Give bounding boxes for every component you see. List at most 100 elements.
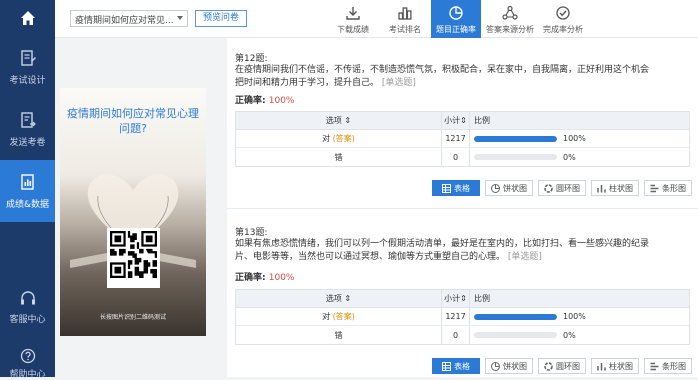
view-button-label: 饼状图	[503, 361, 527, 371]
option-cell: 错	[236, 152, 441, 163]
download-icon	[346, 7, 360, 20]
count-cell: 1217	[441, 308, 469, 325]
results-table: 选项 ⇕ 小计 ⇕ 比例 对 (答案) 1217 100% 错 0 0%	[235, 111, 690, 167]
headset-icon	[20, 291, 35, 305]
view-column-button[interactable]: 柱状图	[591, 358, 639, 374]
tool-download-scores[interactable]: 下载成绩	[328, 0, 378, 38]
option-label: 对	[322, 312, 331, 321]
progress-fill	[474, 313, 557, 320]
view-pie-button[interactable]: 饼状图	[485, 358, 533, 374]
view-table-button[interactable]: 表格	[432, 358, 480, 374]
count-cell: 0	[441, 326, 469, 344]
sidebar: 考试设计 发送考卷 成绩&数据 客服中心 帮助中心	[0, 0, 55, 380]
column-count[interactable]: 小计 ⇕	[441, 112, 469, 129]
table-icon	[442, 183, 451, 193]
question-text: 在疫情期间我们不信谣，不传谣，不制造恐慌气氛，积极配合，呆在家中，自我隔离，正好…	[235, 64, 655, 90]
option-label: 对	[322, 134, 331, 143]
column-count[interactable]: 小计 ⇕	[441, 290, 469, 307]
percent-cell: 100%	[469, 308, 689, 325]
poster-title: 疫情期间如何应对常见心理 问题?	[60, 106, 206, 136]
column-option[interactable]: 选项 ⇕	[236, 293, 441, 304]
share-icon	[502, 5, 518, 20]
document-edit-icon	[20, 49, 36, 66]
view-button-label: 圆环图	[556, 183, 580, 193]
view-button-label: 表格	[454, 183, 470, 193]
progress-bar	[474, 332, 557, 338]
question-results-panel: 第12题: 在疫情期间我们不信谣，不传谣，不制造恐慌气氛，积极配合，呆在家中，自…	[227, 38, 698, 377]
pie-chart-icon	[491, 361, 500, 371]
view-donut-button[interactable]: 圆环图	[538, 180, 586, 196]
percent-cell: 100%	[469, 130, 689, 147]
tool-question-accuracy[interactable]: 题目正确率	[431, 0, 481, 38]
preview-survey-button[interactable]: 预览问卷	[195, 10, 247, 27]
tool-label: 完成率分析	[543, 25, 583, 34]
view-button-label: 条形图	[662, 183, 686, 193]
table-icon	[442, 361, 451, 371]
count-cell: 0	[441, 148, 469, 166]
view-switcher: 表格 饼状图 圆环图 柱状图 条形图	[432, 180, 692, 196]
view-button-label: 表格	[454, 361, 470, 371]
survey-poster: 疫情期间如何应对常见心理 问题? 长按图片识别二维码测试	[60, 88, 206, 336]
tool-label: 考试排名	[389, 25, 421, 34]
column-option[interactable]: 选项 ⇕	[236, 115, 441, 126]
question-text-body: 在疫情期间我们不信谣，不传谣，不制造恐慌气氛，积极配合，呆在家中，自我隔离，正好…	[235, 65, 650, 88]
view-table-button[interactable]: 表格	[432, 180, 480, 196]
donut-chart-icon	[544, 361, 553, 371]
poster-title-line: 疫情期间如何应对常见心理	[67, 107, 199, 120]
percent-value: 100%	[563, 312, 586, 321]
sidebar-bottom-label: 帮助中心	[9, 370, 46, 380]
table-row: 对 (答案) 1217 100%	[236, 308, 689, 326]
sidebar-item-label: 发送考卷	[9, 137, 46, 148]
column-count-label: 小计	[444, 294, 461, 303]
percent-cell: 0%	[469, 326, 689, 344]
accuracy-rate: 正确率: 100%	[235, 93, 294, 106]
question-title: 第13题:	[235, 228, 268, 238]
survey-select[interactable]: 疫情期间如何应对常见...	[70, 10, 188, 27]
ranking-icon	[398, 7, 412, 20]
home-icon	[20, 11, 35, 25]
tool-answer-source-analysis[interactable]: 答案来源分析	[482, 0, 538, 38]
sidebar-item-label: 考试设计	[9, 75, 46, 86]
view-bar-button[interactable]: 条形图	[644, 358, 692, 374]
view-button-label: 圆环图	[556, 361, 580, 371]
percent-cell: 0%	[469, 148, 689, 166]
column-count-label: 小计	[444, 116, 461, 125]
column-chart-icon	[597, 362, 606, 370]
poster-title-line: 问题?	[119, 122, 147, 135]
tool-completion-analysis[interactable]: 完成率分析	[538, 0, 588, 38]
accuracy-label: 正确率:	[235, 96, 266, 106]
sidebar-item-exam-design[interactable]: 考试设计	[0, 36, 55, 98]
view-pie-button[interactable]: 饼状图	[485, 180, 533, 196]
option-cell: 对 (答案)	[236, 311, 441, 322]
view-donut-button[interactable]: 圆环图	[538, 358, 586, 374]
progress-bar	[474, 135, 557, 142]
sidebar-item-customer-service[interactable]: 客服中心	[0, 290, 55, 325]
count-cell: 1217	[441, 130, 469, 147]
poster-caption: 长按图片识别二维码测试	[99, 314, 166, 321]
view-button-label: 柱状图	[609, 361, 633, 371]
accuracy-label: 正确率:	[235, 273, 266, 283]
help-icon	[20, 348, 35, 364]
send-document-icon	[20, 111, 36, 128]
sidebar-item-send-exam[interactable]: 发送考卷	[0, 98, 55, 160]
question-type: [单选题]	[507, 252, 542, 262]
column-percent: 比例	[469, 112, 689, 129]
answer-tag: (答案)	[332, 312, 355, 321]
divider	[227, 208, 698, 209]
check-circle-icon	[556, 6, 570, 20]
sidebar-item-label: 成绩&数据	[5, 199, 50, 210]
donut-chart-icon	[544, 183, 553, 193]
view-bar-button[interactable]: 条形图	[644, 180, 692, 196]
sidebar-item-scores-data[interactable]: 成绩&数据	[0, 160, 55, 222]
sidebar-item-help-center[interactable]: 帮助中心	[0, 348, 55, 380]
results-table: 选项 ⇕ 小计 ⇕ 比例 对 (答案) 1217 100% 错 0 0%	[235, 289, 690, 345]
view-switcher: 表格 饼状图 圆环图 柱状图 条形图	[432, 358, 692, 374]
qr-code-icon	[110, 231, 157, 278]
home-button[interactable]	[0, 0, 55, 36]
progress-fill	[474, 135, 557, 142]
question-type: [单选题]	[381, 78, 416, 88]
tool-label: 答案来源分析	[486, 25, 534, 34]
question-title: 第12题:	[235, 54, 268, 64]
tool-exam-ranking[interactable]: 考试排名	[380, 0, 430, 38]
view-column-button[interactable]: 柱状图	[591, 180, 639, 196]
